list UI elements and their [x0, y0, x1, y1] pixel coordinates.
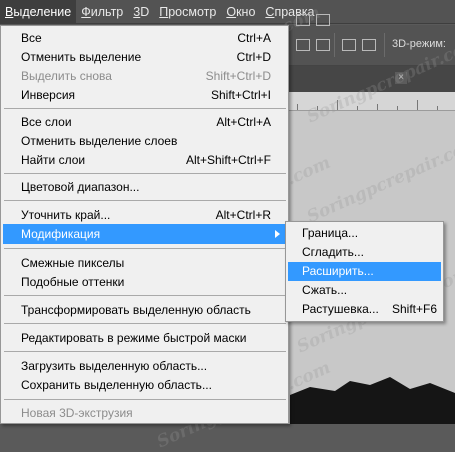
select-menu-dropdown: Все Ctrl+A Отменить выделение Ctrl+D Выдел…	[0, 25, 289, 424]
align-center-icon[interactable]	[316, 39, 330, 51]
modify-submenu: Граница... Сгладить... Расширить... Сжат…	[285, 221, 444, 322]
menu-item-deselect-layers[interactable]: Отменить выделение слоев	[3, 131, 286, 151]
3d-mode-label: 3D-режим:	[392, 38, 446, 50]
menu-separator	[4, 173, 286, 174]
menu-item-modify[interactable]: Модификация	[3, 224, 286, 244]
menu-separator	[4, 108, 286, 109]
options-separator	[384, 33, 385, 57]
menu-select[interactable]: Выделение	[0, 0, 77, 24]
close-tab-icon[interactable]: ×	[395, 72, 407, 84]
menu-item-refine-edge[interactable]: Уточнить край... Alt+Ctrl+R	[3, 205, 286, 225]
menu-item-color-range[interactable]: Цветовой диапазон...	[3, 177, 286, 197]
menu-item-grow[interactable]: Смежные пикселы	[3, 253, 286, 273]
menu-item-all[interactable]: Все Ctrl+A	[3, 28, 286, 48]
submenu-arrow-icon	[275, 230, 280, 238]
menu-3d[interactable]: 3D	[128, 0, 154, 24]
options-separator	[334, 33, 335, 57]
distribute-icon[interactable]	[362, 39, 376, 51]
menu-item-all-layers[interactable]: Все слои Alt+Ctrl+A	[3, 112, 286, 132]
menu-item-inverse[interactable]: Инверсия Shift+Ctrl+I	[3, 85, 286, 105]
menu-item-similar[interactable]: Подобные оттенки	[3, 272, 286, 292]
horizontal-ruler	[289, 92, 455, 111]
menu-item-deselect[interactable]: Отменить выделение Ctrl+D	[3, 47, 286, 67]
distribute-icon[interactable]	[342, 39, 356, 51]
document-tab-strip	[289, 66, 455, 92]
submenu-item-expand[interactable]: Расширить...	[288, 262, 441, 281]
menu-item-quick-mask[interactable]: Редактировать в режиме быстрой маски	[3, 328, 286, 348]
align-left-icon[interactable]	[296, 39, 310, 51]
submenu-item-border[interactable]: Граница...	[288, 224, 441, 243]
menu-item-transform-selection[interactable]: Трансформировать выделенную область	[3, 300, 286, 320]
menu-bar: Выделение Фильтр 3D Просмотр Окно Справк…	[0, 0, 455, 24]
menu-separator	[4, 295, 286, 296]
menu-separator	[4, 248, 286, 249]
align-icon[interactable]	[296, 14, 310, 26]
menu-item-new-3d-extrusion: Новая 3D-экструзия	[21, 406, 133, 420]
submenu-item-contract[interactable]: Сжать...	[288, 281, 441, 300]
align-icon[interactable]	[316, 14, 330, 26]
menu-separator	[4, 351, 286, 352]
menu-separator	[4, 323, 286, 324]
menu-view[interactable]: Просмотр	[154, 0, 221, 24]
submenu-item-smooth[interactable]: Сгладить...	[288, 243, 441, 262]
submenu-item-feather[interactable]: Растушевка... Shift+F6	[288, 300, 441, 319]
menu-item-load-selection[interactable]: Загрузить выделенную область...	[3, 356, 286, 376]
menu-help[interactable]: Справка	[260, 0, 319, 24]
menu-filter[interactable]: Фильтр	[76, 0, 128, 24]
canvas-image	[290, 377, 455, 424]
menu-separator	[4, 200, 286, 201]
menu-separator	[4, 399, 286, 400]
menu-item-find-layers[interactable]: Найти слои Alt+Shift+Ctrl+F	[3, 150, 286, 170]
menu-item-reselect: Выделить снова Shift+Ctrl+D	[21, 69, 271, 83]
menu-item-save-selection[interactable]: Сохранить выделенную область...	[3, 375, 286, 395]
menu-window[interactable]: Окно	[221, 0, 260, 24]
